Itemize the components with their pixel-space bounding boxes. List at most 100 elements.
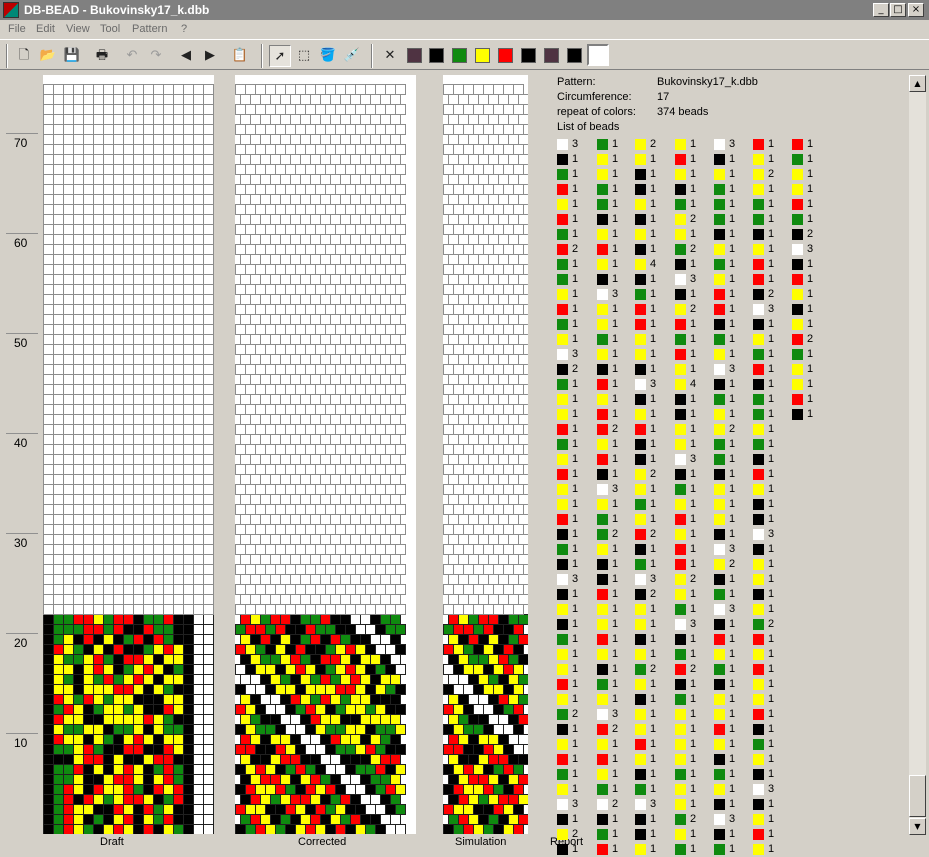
empty-cell (518, 294, 528, 305)
bead-count: 1 (572, 513, 579, 525)
empty-cell (43, 94, 54, 105)
save-icon[interactable]: 💾 (61, 45, 83, 67)
bead-cell (260, 714, 271, 725)
new-file-icon[interactable]: 🗋 (13, 45, 35, 67)
empty-cell (123, 204, 134, 215)
draft-grid[interactable] (43, 75, 214, 834)
scroll-up-icon[interactable]: ▲ (909, 75, 926, 92)
empty-cell (143, 174, 154, 185)
select-rect-icon[interactable]: ⬚ (293, 45, 315, 67)
empty-cell (123, 524, 134, 535)
menu-help[interactable]: ? (181, 23, 187, 35)
empty-cell (93, 484, 104, 495)
bead-cell (355, 724, 366, 735)
simulation-grid[interactable] (443, 75, 528, 834)
bead-cell (498, 754, 509, 765)
menu-edit[interactable]: Edit (36, 23, 55, 35)
empty-cell (133, 464, 144, 475)
vertical-scrollbar[interactable]: ▲ ▼ (909, 75, 926, 835)
empty-cell (123, 194, 134, 205)
print-icon[interactable]: 🖶 (91, 45, 113, 67)
empty-cell (43, 144, 54, 155)
empty-cell (183, 504, 194, 515)
bead-count: 1 (650, 363, 657, 375)
palette-swatch-6[interactable] (544, 48, 559, 63)
empty-cell (265, 304, 276, 315)
bead-cell (250, 674, 261, 685)
minimize-button[interactable]: _ (873, 3, 889, 17)
empty-cell (468, 174, 479, 185)
menu-file[interactable]: File (8, 23, 26, 35)
scroll-left-icon[interactable]: ◀ (175, 45, 197, 67)
menu-tool[interactable]: Tool (100, 23, 120, 35)
palette-swatch-0[interactable] (407, 48, 422, 63)
palette-swatch-4[interactable] (498, 48, 513, 63)
pointer-tool-icon[interactable]: ➚ (269, 45, 291, 67)
corrected-grid[interactable] (235, 75, 416, 834)
bead-cell (300, 814, 311, 825)
empty-cell (350, 174, 361, 185)
palette-swatch-3[interactable] (475, 48, 490, 63)
menu-view[interactable]: View (66, 23, 90, 35)
empty-cell (518, 214, 528, 225)
empty-cell (300, 574, 311, 585)
undo-icon[interactable]: ↶ (121, 45, 143, 67)
empty-cell (73, 344, 84, 355)
scroll-thumb[interactable] (909, 775, 926, 817)
palette-swatch-5[interactable] (521, 48, 536, 63)
empty-cell (103, 374, 114, 385)
bead-cell (295, 764, 306, 775)
bead-cell (483, 664, 494, 675)
empty-cell (203, 504, 214, 515)
bead-cell (360, 634, 371, 645)
empty-cell (310, 114, 321, 125)
paste-icon[interactable]: 📋 (229, 45, 251, 67)
scroll-down-icon[interactable]: ▼ (909, 818, 926, 835)
palette-swatch-2[interactable] (452, 48, 467, 63)
bead-cell (113, 734, 124, 745)
palette-swatch-7[interactable] (567, 48, 582, 63)
empty-cell (488, 594, 499, 605)
maximize-button[interactable]: □ (890, 3, 906, 17)
close-button[interactable]: × (908, 3, 924, 17)
empty-cell (73, 304, 84, 315)
eyedropper-icon[interactable]: 💉 (341, 45, 363, 67)
empty-cell (193, 604, 204, 615)
palette-swatch-8[interactable] (587, 44, 609, 66)
empty-cell (103, 324, 114, 335)
bead-cell (183, 644, 194, 655)
empty-cell (360, 254, 371, 265)
empty-cell (518, 494, 528, 505)
empty-cell (43, 584, 54, 595)
empty-cell (380, 574, 391, 585)
empty-cell (468, 374, 479, 385)
empty-cell (355, 144, 366, 155)
empty-cell (193, 314, 204, 325)
bead-count: 1 (612, 558, 619, 570)
bead-count: 1 (768, 183, 775, 195)
bead-cell (143, 684, 154, 695)
bead-swatch (597, 154, 608, 165)
palette-swatch-1[interactable] (429, 48, 444, 63)
empty-cell (285, 344, 296, 355)
delete-color-icon[interactable]: ✕ (379, 45, 401, 67)
bead-count: 1 (690, 783, 697, 795)
redo-icon[interactable]: ↷ (145, 45, 167, 67)
empty-cell (325, 304, 336, 315)
empty-cell (103, 384, 114, 395)
empty-cell (83, 104, 94, 115)
scroll-right-icon[interactable]: ▶ (199, 45, 221, 67)
empty-cell (173, 124, 184, 135)
bead-cell (43, 824, 54, 834)
empty-cell (300, 514, 311, 525)
empty-cell (203, 454, 214, 465)
empty-cell (380, 94, 391, 105)
bead-cell (93, 784, 104, 795)
bead-cell (370, 734, 381, 745)
menu-pattern[interactable]: Pattern (132, 23, 167, 35)
bead-cell (330, 674, 341, 685)
empty-cell (143, 494, 154, 505)
open-folder-icon[interactable]: 📂 (37, 45, 59, 67)
fill-bucket-icon[interactable]: 🪣 (317, 45, 339, 67)
bead-count: 1 (572, 498, 579, 510)
